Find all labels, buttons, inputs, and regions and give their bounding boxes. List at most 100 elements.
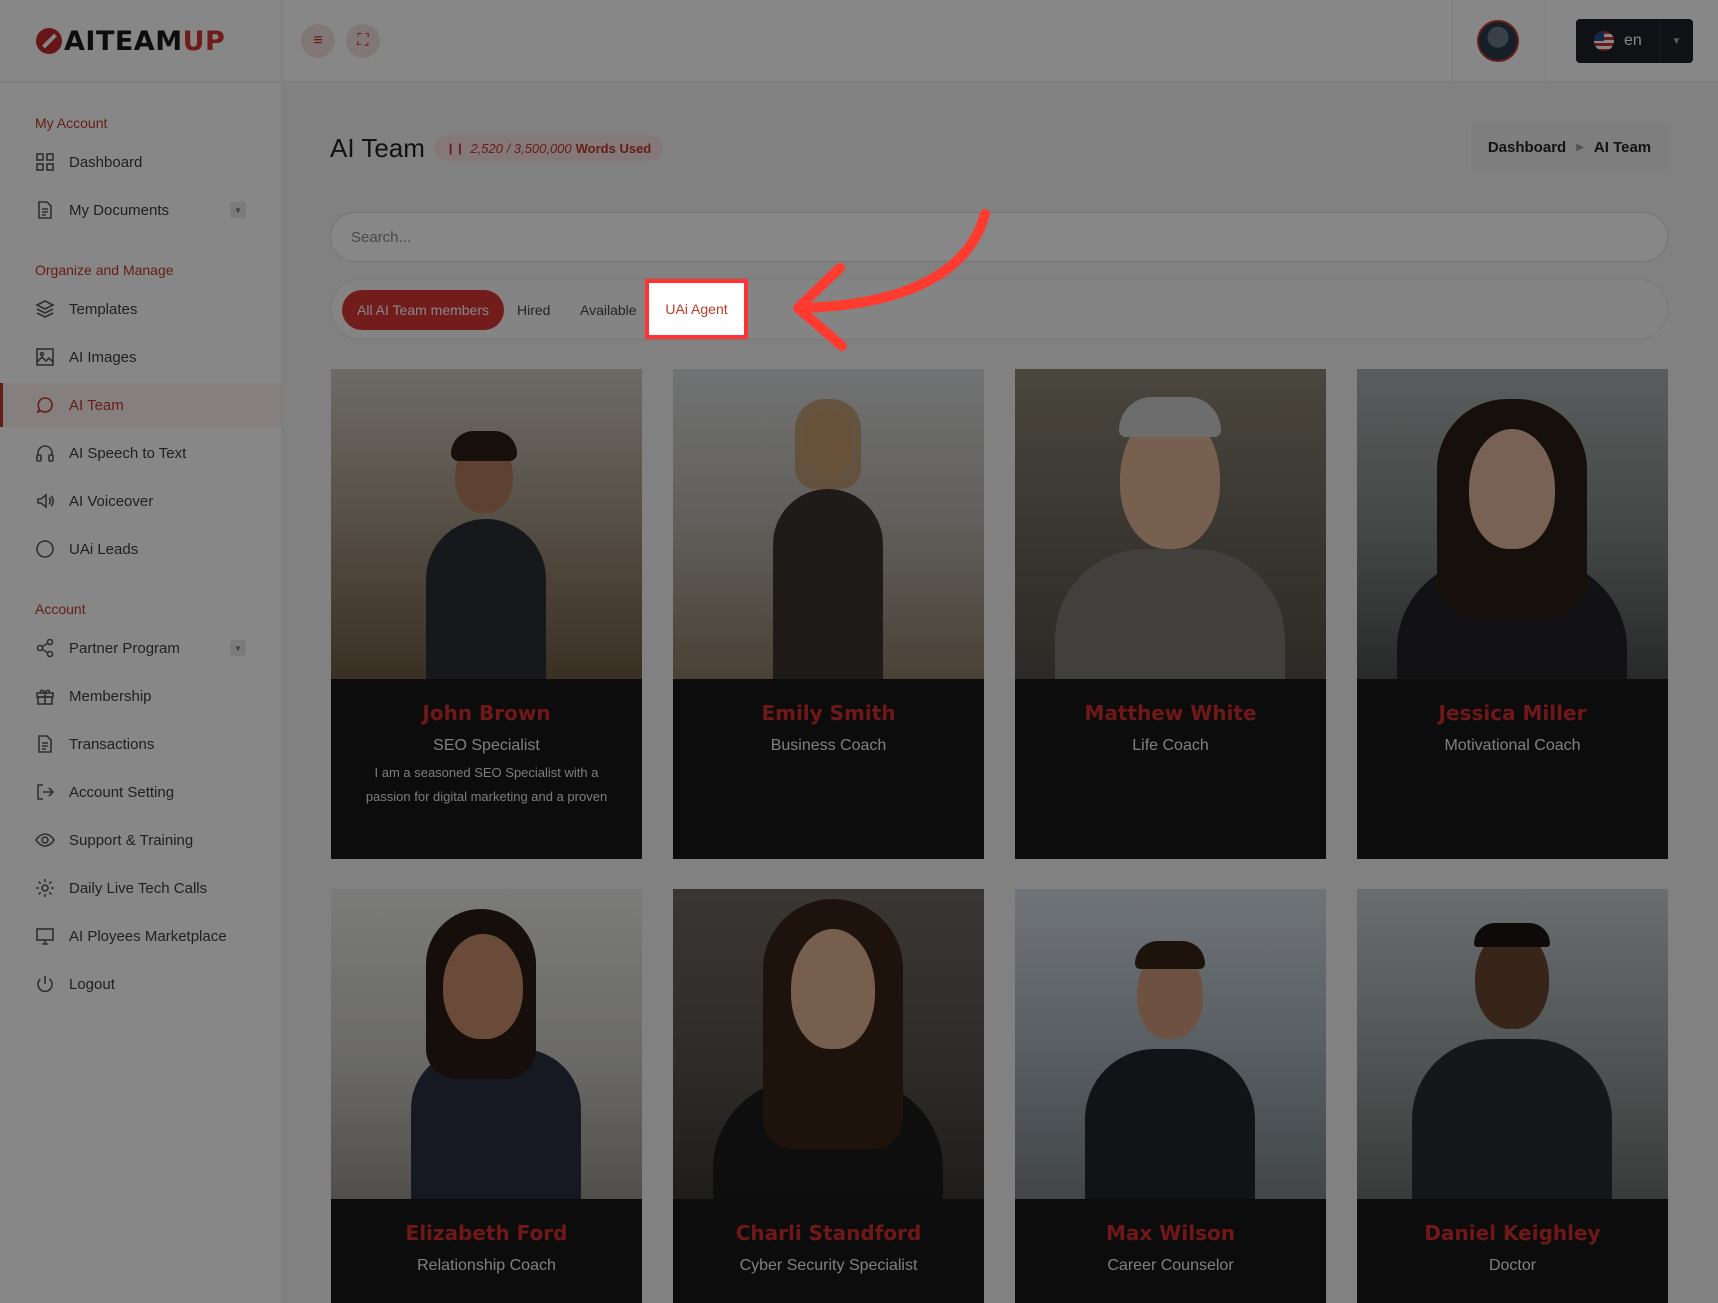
tab-available[interactable]: Available	[580, 290, 637, 330]
circle-icon	[35, 539, 55, 559]
grid-icon	[35, 152, 55, 172]
sidebar-item-label: AI Voiceover	[69, 492, 154, 510]
member-photo	[1357, 369, 1668, 679]
sidebar-item-logout[interactable]: Logout	[0, 962, 281, 1006]
team-member-card[interactable]: John Brown SEO Specialist I am a seasone…	[331, 369, 642, 859]
section-title-my-account: My Account	[35, 115, 108, 131]
document-icon	[35, 200, 55, 220]
sidebar-item-account-setting[interactable]: Account Setting	[0, 770, 281, 814]
chat-icon	[35, 395, 55, 415]
sidebar-item-label: Daily Live Tech Calls	[69, 879, 208, 897]
tab-hired[interactable]: Hired	[517, 290, 550, 330]
sidebar-item-speech-to-text[interactable]: AI Speech to Text	[0, 431, 281, 475]
member-role: SEO Specialist	[433, 737, 540, 754]
section-title-account: Account	[35, 601, 86, 617]
power-icon	[35, 974, 55, 994]
app-logo[interactable]: AITEAM UP	[36, 26, 225, 57]
sidebar-item-label: UAi Leads	[69, 540, 139, 558]
member-photo	[1015, 369, 1326, 679]
member-photo	[673, 369, 984, 679]
words-used-label: Words Used	[575, 140, 652, 156]
header-divider	[1452, 0, 1453, 82]
chevron-down-icon[interactable]: ▼	[230, 202, 246, 218]
sidebar-item-partner-program[interactable]: Partner Program ▼	[0, 626, 281, 670]
member-name: Matthew White	[1084, 701, 1257, 725]
top-header: AITEAM UP ≡ ⛶ en ▼	[0, 0, 1718, 82]
gear-icon	[35, 878, 55, 898]
sidebar-item-uai-leads[interactable]: UAi Leads	[0, 527, 281, 571]
monitor-icon	[35, 926, 55, 946]
member-name: Elizabeth Ford	[405, 1221, 568, 1245]
member-name: John Brown	[422, 701, 551, 725]
sidebar-item-dashboard[interactable]: Dashboard	[0, 140, 281, 184]
tab-uai-agent-label: UAi Agent	[665, 301, 728, 317]
sidebar-item-label: Membership	[69, 687, 152, 705]
words-used-count: 2,520 / 3,500,000	[470, 140, 572, 156]
image-icon	[35, 347, 55, 367]
user-avatar[interactable]	[1477, 20, 1519, 62]
sidebar-item-label: AI Speech to Text	[69, 444, 187, 462]
sidebar-item-label: Account Setting	[69, 783, 175, 801]
team-member-card[interactable]: Jessica Miller Motivational Coach	[1357, 369, 1668, 859]
team-member-card[interactable]: Daniel Keighley Doctor	[1357, 889, 1668, 1303]
sidebar-item-support-training[interactable]: Support & Training	[0, 818, 281, 862]
member-name: Emily Smith	[761, 701, 896, 725]
team-member-card[interactable]: Charli Standford Cyber Security Speciali…	[673, 889, 984, 1303]
sidebar-item-label: AI Images	[69, 348, 137, 366]
chevron-down-icon[interactable]: ▼	[1659, 19, 1693, 63]
chevron-down-icon[interactable]: ▼	[230, 640, 246, 656]
sidebar-item-membership[interactable]: Membership	[0, 674, 281, 718]
sidebar-item-transactions[interactable]: Transactions	[0, 722, 281, 766]
receipt-icon	[35, 734, 55, 754]
us-flag-icon	[1594, 31, 1614, 51]
speaker-icon	[35, 491, 55, 511]
page-title: AI Team	[330, 133, 425, 163]
sidebar-item-ployees-marketplace[interactable]: AI Ployees Marketplace	[0, 914, 281, 958]
team-member-card[interactable]: Emily Smith Business Coach	[673, 369, 984, 859]
member-photo	[331, 369, 642, 679]
logo-accent: UP	[182, 25, 226, 57]
sidebar-item-label: AI Team	[69, 396, 124, 414]
sidebar-item-ai-team[interactable]: AI Team	[0, 383, 281, 427]
sidebar-item-label: Transactions	[69, 735, 155, 753]
member-role: Doctor	[1488, 1257, 1537, 1274]
member-role: Cyber Security Specialist	[739, 1257, 918, 1274]
sidebar-item-my-documents[interactable]: My Documents ▼	[0, 188, 281, 232]
tab-all-members[interactable]: All AI Team members	[342, 290, 505, 330]
member-photo	[673, 889, 984, 1199]
team-member-card[interactable]: Max Wilson Career Counselor	[1015, 889, 1326, 1303]
header-divider	[1545, 0, 1546, 82]
tab-uai-agent[interactable]: UAi Agent	[645, 279, 748, 339]
team-member-card[interactable]: Elizabeth Ford Relationship Coach	[331, 889, 642, 1303]
team-member-card[interactable]: Matthew White Life Coach	[1015, 369, 1326, 859]
sidebar-item-ai-images[interactable]: AI Images	[0, 335, 281, 379]
member-name: Jessica Miller	[1438, 701, 1587, 725]
breadcrumb-dashboard-link[interactable]: Dashboard	[1488, 139, 1566, 156]
member-photo	[1015, 889, 1326, 1199]
language-select[interactable]: en ▼	[1576, 19, 1693, 63]
breadcrumb: Dashboard ▶ AI Team	[1471, 124, 1668, 171]
member-role: Relationship Coach	[417, 1257, 556, 1274]
section-title-organize: Organize and Manage	[35, 262, 174, 278]
sidebar: My Account Dashboard My Documents ▼ Orga…	[0, 83, 282, 1303]
sidebar-item-voiceover[interactable]: AI Voiceover	[0, 479, 281, 523]
hamburger-icon[interactable]: ≡	[301, 24, 335, 58]
member-role: Life Coach	[1132, 737, 1209, 754]
sidebar-item-label: My Documents	[69, 201, 170, 219]
sidebar-item-label: Templates	[69, 300, 138, 318]
sidebar-item-label: AI Ployees Marketplace	[69, 927, 227, 945]
bar-chart-icon: ❙❙	[446, 142, 465, 155]
eye-icon	[35, 830, 55, 850]
logout-arrow-icon	[35, 782, 55, 802]
member-photo	[331, 889, 642, 1199]
breadcrumb-current: AI Team	[1593, 139, 1652, 156]
fullscreen-icon[interactable]: ⛶	[346, 24, 380, 58]
sidebar-item-label: Partner Program	[69, 639, 180, 657]
chevron-right-icon: ▶	[1576, 142, 1584, 153]
language-label: en	[1624, 32, 1642, 49]
logo-area: AITEAM UP	[0, 0, 282, 82]
sidebar-item-label: Dashboard	[69, 153, 143, 171]
sidebar-item-templates[interactable]: Templates	[0, 287, 281, 331]
headphones-icon	[35, 443, 55, 463]
sidebar-item-daily-live-tech-calls[interactable]: Daily Live Tech Calls	[0, 866, 281, 910]
